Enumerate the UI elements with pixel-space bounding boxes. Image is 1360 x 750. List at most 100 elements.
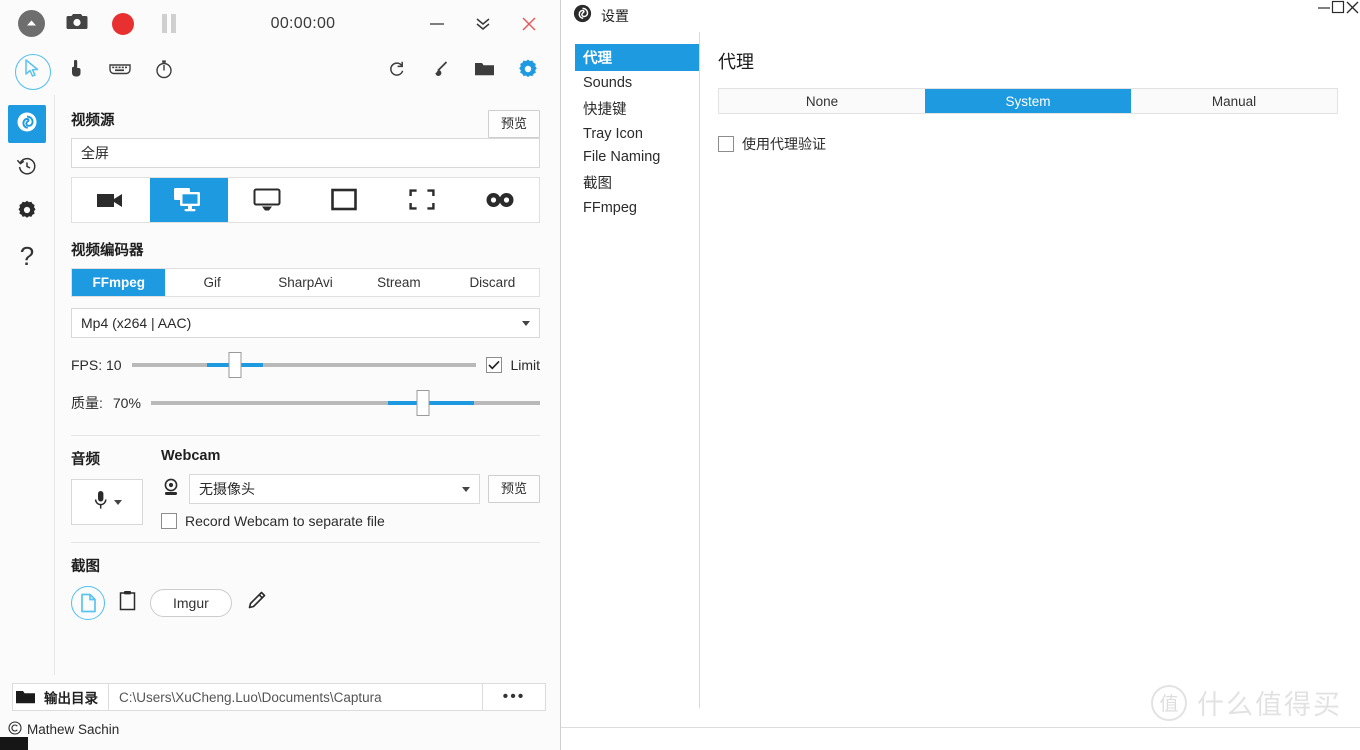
pause-button[interactable] xyxy=(146,2,192,46)
copyright-icon xyxy=(8,721,22,738)
output-directory-row: 输出目录 C:\Users\XuCheng.Luo\Documents\Capt… xyxy=(12,683,546,711)
nav-item-tray-icon[interactable]: Tray Icon xyxy=(575,123,699,145)
source-mode-no-video[interactable] xyxy=(461,178,539,222)
brush-icon xyxy=(430,59,450,84)
quality-track xyxy=(150,400,540,406)
gear-icon xyxy=(517,58,539,85)
webcam-preview-button[interactable]: 预览 xyxy=(487,475,540,503)
close-icon xyxy=(520,15,538,33)
proxy-tab-system[interactable]: System xyxy=(925,89,1131,113)
settings-heading: 代理 xyxy=(718,52,754,72)
settings-window-title: 设置 xyxy=(601,8,629,24)
nav-item-proxy[interactable]: 代理 xyxy=(575,44,699,71)
gear-icon xyxy=(16,199,38,226)
webcam-block: Webcam 无摄像头 预览 Record Webcam to separate… xyxy=(161,448,540,529)
fps-thumb[interactable] xyxy=(228,352,242,378)
camera-icon xyxy=(66,12,88,35)
tab-gif[interactable]: Gif xyxy=(165,269,258,296)
brush-button[interactable] xyxy=(418,49,462,93)
captura-sidebar: ? xyxy=(0,95,54,675)
record-button[interactable] xyxy=(100,2,146,46)
quality-thumb[interactable] xyxy=(416,390,430,416)
video-preview-button[interactable]: 预览 xyxy=(487,109,540,138)
folder-button[interactable] xyxy=(462,49,506,93)
tab-sharpavi[interactable]: SharpAvi xyxy=(259,269,352,296)
proxy-tab-manual[interactable]: Manual xyxy=(1131,89,1337,113)
folder-icon xyxy=(13,689,44,705)
sidebar-item-history[interactable] xyxy=(8,149,46,187)
nav-item-screenshot[interactable]: 截图 xyxy=(575,169,699,196)
audio-device-button[interactable] xyxy=(71,479,143,525)
nav-item-ffmpeg[interactable]: FFmpeg xyxy=(575,197,699,219)
tab-ffmpeg[interactable]: FFmpeg xyxy=(72,269,166,296)
chevron-down-icon xyxy=(461,486,470,492)
source-mode-region[interactable] xyxy=(383,178,461,222)
video-format-select[interactable]: Mp4 (x264 | AAC) xyxy=(71,308,540,338)
collapse-button[interactable] xyxy=(460,2,506,46)
home-icon xyxy=(16,111,38,138)
screenshot-target-imgur[interactable]: Imgur xyxy=(150,589,232,617)
settings-button[interactable] xyxy=(506,49,550,93)
chevron-down-icon xyxy=(113,499,122,505)
audio-webcam-section: 音频 Webcam 无摄像头 预览 Record Webcam to separ… xyxy=(71,448,540,529)
video-source-value[interactable]: 全屏 xyxy=(71,138,540,168)
output-directory-path[interactable]: C:\Users\XuCheng.Luo\Documents\Captura xyxy=(108,684,483,710)
copyright: Mathew Sachin xyxy=(8,721,560,738)
fps-limit-checkbox[interactable]: Limit xyxy=(486,357,540,373)
keyboard-icon xyxy=(109,62,131,81)
minimize-icon xyxy=(429,19,445,29)
screenshot-targets: Imgur xyxy=(71,586,540,620)
refresh-button[interactable] xyxy=(374,49,418,93)
webcam-select-row: 无摄像头 预览 xyxy=(161,474,540,504)
settings-bottom-divider xyxy=(561,727,1360,728)
pointing-hand-icon xyxy=(68,59,85,83)
nav-item-sounds[interactable]: Sounds xyxy=(575,72,699,94)
chevron-down-icon xyxy=(522,320,530,326)
source-mode-video-camera[interactable] xyxy=(72,178,150,222)
proxy-tab-none[interactable]: None xyxy=(719,89,925,113)
pause-icon xyxy=(162,14,176,33)
tab-stream[interactable]: Stream xyxy=(352,269,445,296)
close-button[interactable] xyxy=(1345,0,1360,32)
tab-discard[interactable]: Discard xyxy=(446,269,539,296)
record-webcam-separate-checkbox[interactable]: Record Webcam to separate file xyxy=(161,513,540,529)
screenshot-target-clipboard[interactable] xyxy=(119,590,136,616)
close-button[interactable] xyxy=(506,2,552,46)
output-directory-more-button[interactable]: ••• xyxy=(483,688,545,706)
nav-item-file-naming[interactable]: File Naming xyxy=(575,146,699,168)
checkbox-box xyxy=(486,357,503,373)
fps-slider[interactable] xyxy=(131,352,477,378)
source-mode-desktop[interactable] xyxy=(228,178,306,222)
quality-label: 质量: xyxy=(71,395,103,411)
screenshot-target-file[interactable] xyxy=(71,586,105,620)
source-mode-window[interactable] xyxy=(305,178,383,222)
history-icon xyxy=(16,155,38,182)
screenshot-target-edit[interactable] xyxy=(246,590,267,616)
webcam-select[interactable]: 无摄像头 xyxy=(189,474,480,504)
sidebar-item-settings[interactable] xyxy=(8,193,46,231)
checkbox-box xyxy=(718,136,734,152)
quality-row: 质量: 70% xyxy=(71,384,540,422)
quality-slider[interactable] xyxy=(150,390,540,416)
use-proxy-auth-label: 使用代理验证 xyxy=(742,136,826,152)
screen: 00:00:00 ? 视频源 预览 全屏 视频编码器 FFmpeg Gif Sh… xyxy=(0,0,1360,750)
captura-window: 00:00:00 ? 视频源 预览 全屏 视频编码器 FFmpeg Gif Sh… xyxy=(0,0,560,750)
microphone-icon xyxy=(93,489,108,516)
expand-collapse-button[interactable] xyxy=(8,2,54,46)
minimize-button[interactable] xyxy=(1317,0,1331,32)
video-source-header: 视频源 预览 xyxy=(71,109,540,138)
screenshot-button[interactable] xyxy=(54,2,100,46)
mouse-clicks-toggle[interactable] xyxy=(54,49,98,93)
sidebar-item-help[interactable]: ? xyxy=(8,237,46,275)
use-proxy-auth-checkbox[interactable]: 使用代理验证 xyxy=(718,134,1338,154)
folder-icon xyxy=(474,60,495,82)
nav-item-hotkeys[interactable]: 快捷键 xyxy=(575,95,699,122)
cursor-toggle[interactable] xyxy=(10,49,54,93)
source-mode-screens[interactable] xyxy=(149,178,228,222)
minimize-button[interactable] xyxy=(414,2,460,46)
maximize-button[interactable] xyxy=(1331,0,1345,32)
keystrokes-toggle[interactable] xyxy=(98,49,142,93)
window-edge xyxy=(0,737,28,750)
timer-toggle[interactable] xyxy=(142,49,186,93)
sidebar-item-home[interactable] xyxy=(8,105,46,143)
